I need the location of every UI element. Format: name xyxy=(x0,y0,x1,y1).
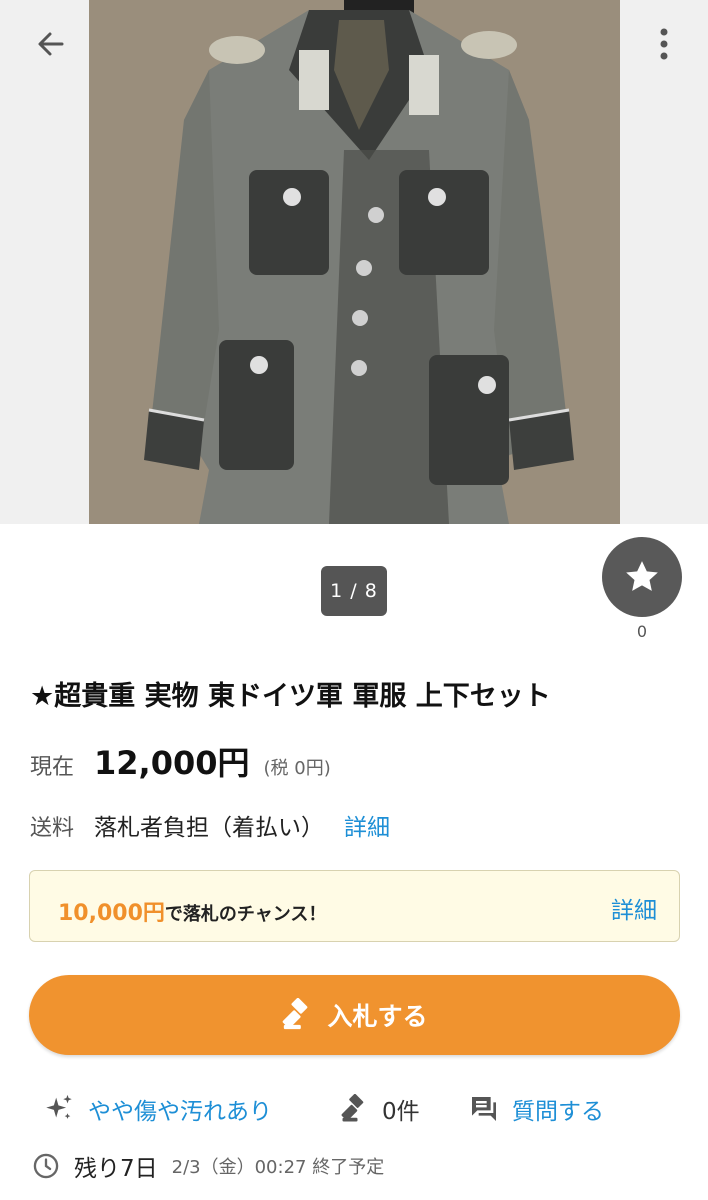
tax-amount: (税 0円) xyxy=(263,758,331,779)
price-row: 現在 12,000円 (税 0円) xyxy=(30,738,331,784)
image-gallery[interactable] xyxy=(0,0,708,524)
jacket-illustration xyxy=(89,0,620,524)
shipping-detail-link[interactable]: 詳細 xyxy=(344,808,390,842)
buyout-promo-box: 10,000円で落札のチャンス！ 詳細 xyxy=(29,870,680,942)
promo-amount: 10,000円 xyxy=(58,901,165,926)
star-icon xyxy=(626,561,658,591)
arrow-left-icon xyxy=(38,32,64,56)
bid-button-label: 入札する xyxy=(327,1002,428,1031)
clock-icon xyxy=(33,1153,59,1179)
more-options-button[interactable] xyxy=(636,16,692,72)
favorite-count: 0 xyxy=(636,622,648,641)
more-vertical-icon xyxy=(660,28,668,60)
condition-link[interactable]: やや傷や汚れあり xyxy=(42,1086,272,1132)
shipping-row: 送料 落札者負担（着払い） 詳細 xyxy=(30,808,390,842)
back-button[interactable] xyxy=(22,16,78,72)
item-title: ★超貴重 実物 東ドイツ軍 軍服 上下セット xyxy=(30,681,551,712)
shipping-value: 落札者負担（着払い） xyxy=(94,815,325,841)
promo-text: で落札のチャンス！ xyxy=(164,904,327,925)
sparkle-icon xyxy=(46,1094,72,1119)
bid-count-text: 0件 xyxy=(382,1099,420,1125)
price-label: 現在 xyxy=(30,755,75,780)
end-time-row: 残り7日 2/3（金）00:27 終了予定 xyxy=(32,1148,384,1184)
current-price: 12,000円 xyxy=(94,744,250,782)
ask-question-text: 質問する xyxy=(512,1099,604,1125)
time-remaining: 残り7日 xyxy=(74,1156,158,1182)
end-date: 2/3（金）00:27 終了予定 xyxy=(171,1157,385,1178)
bid-count: 0件 xyxy=(340,1086,420,1132)
shipping-label: 送料 xyxy=(30,816,75,841)
promo-message: 10,000円で落札のチャンス！ xyxy=(58,895,326,927)
promo-detail-link[interactable]: 詳細 xyxy=(611,891,657,925)
gavel-icon xyxy=(341,1094,364,1122)
image-counter: 1 / 8 xyxy=(321,566,387,616)
item-meta-row: やや傷や汚れあり 0件 質問する xyxy=(0,1086,708,1132)
product-photo[interactable] xyxy=(89,0,620,524)
condition-text: やや傷や汚れあり xyxy=(88,1099,272,1125)
favorite-button[interactable] xyxy=(602,537,682,617)
gavel-icon xyxy=(283,998,308,1030)
chat-icon xyxy=(472,1097,496,1121)
bid-button[interactable]: 入札する xyxy=(29,975,680,1055)
ask-question-link[interactable]: 質問する xyxy=(468,1086,604,1132)
